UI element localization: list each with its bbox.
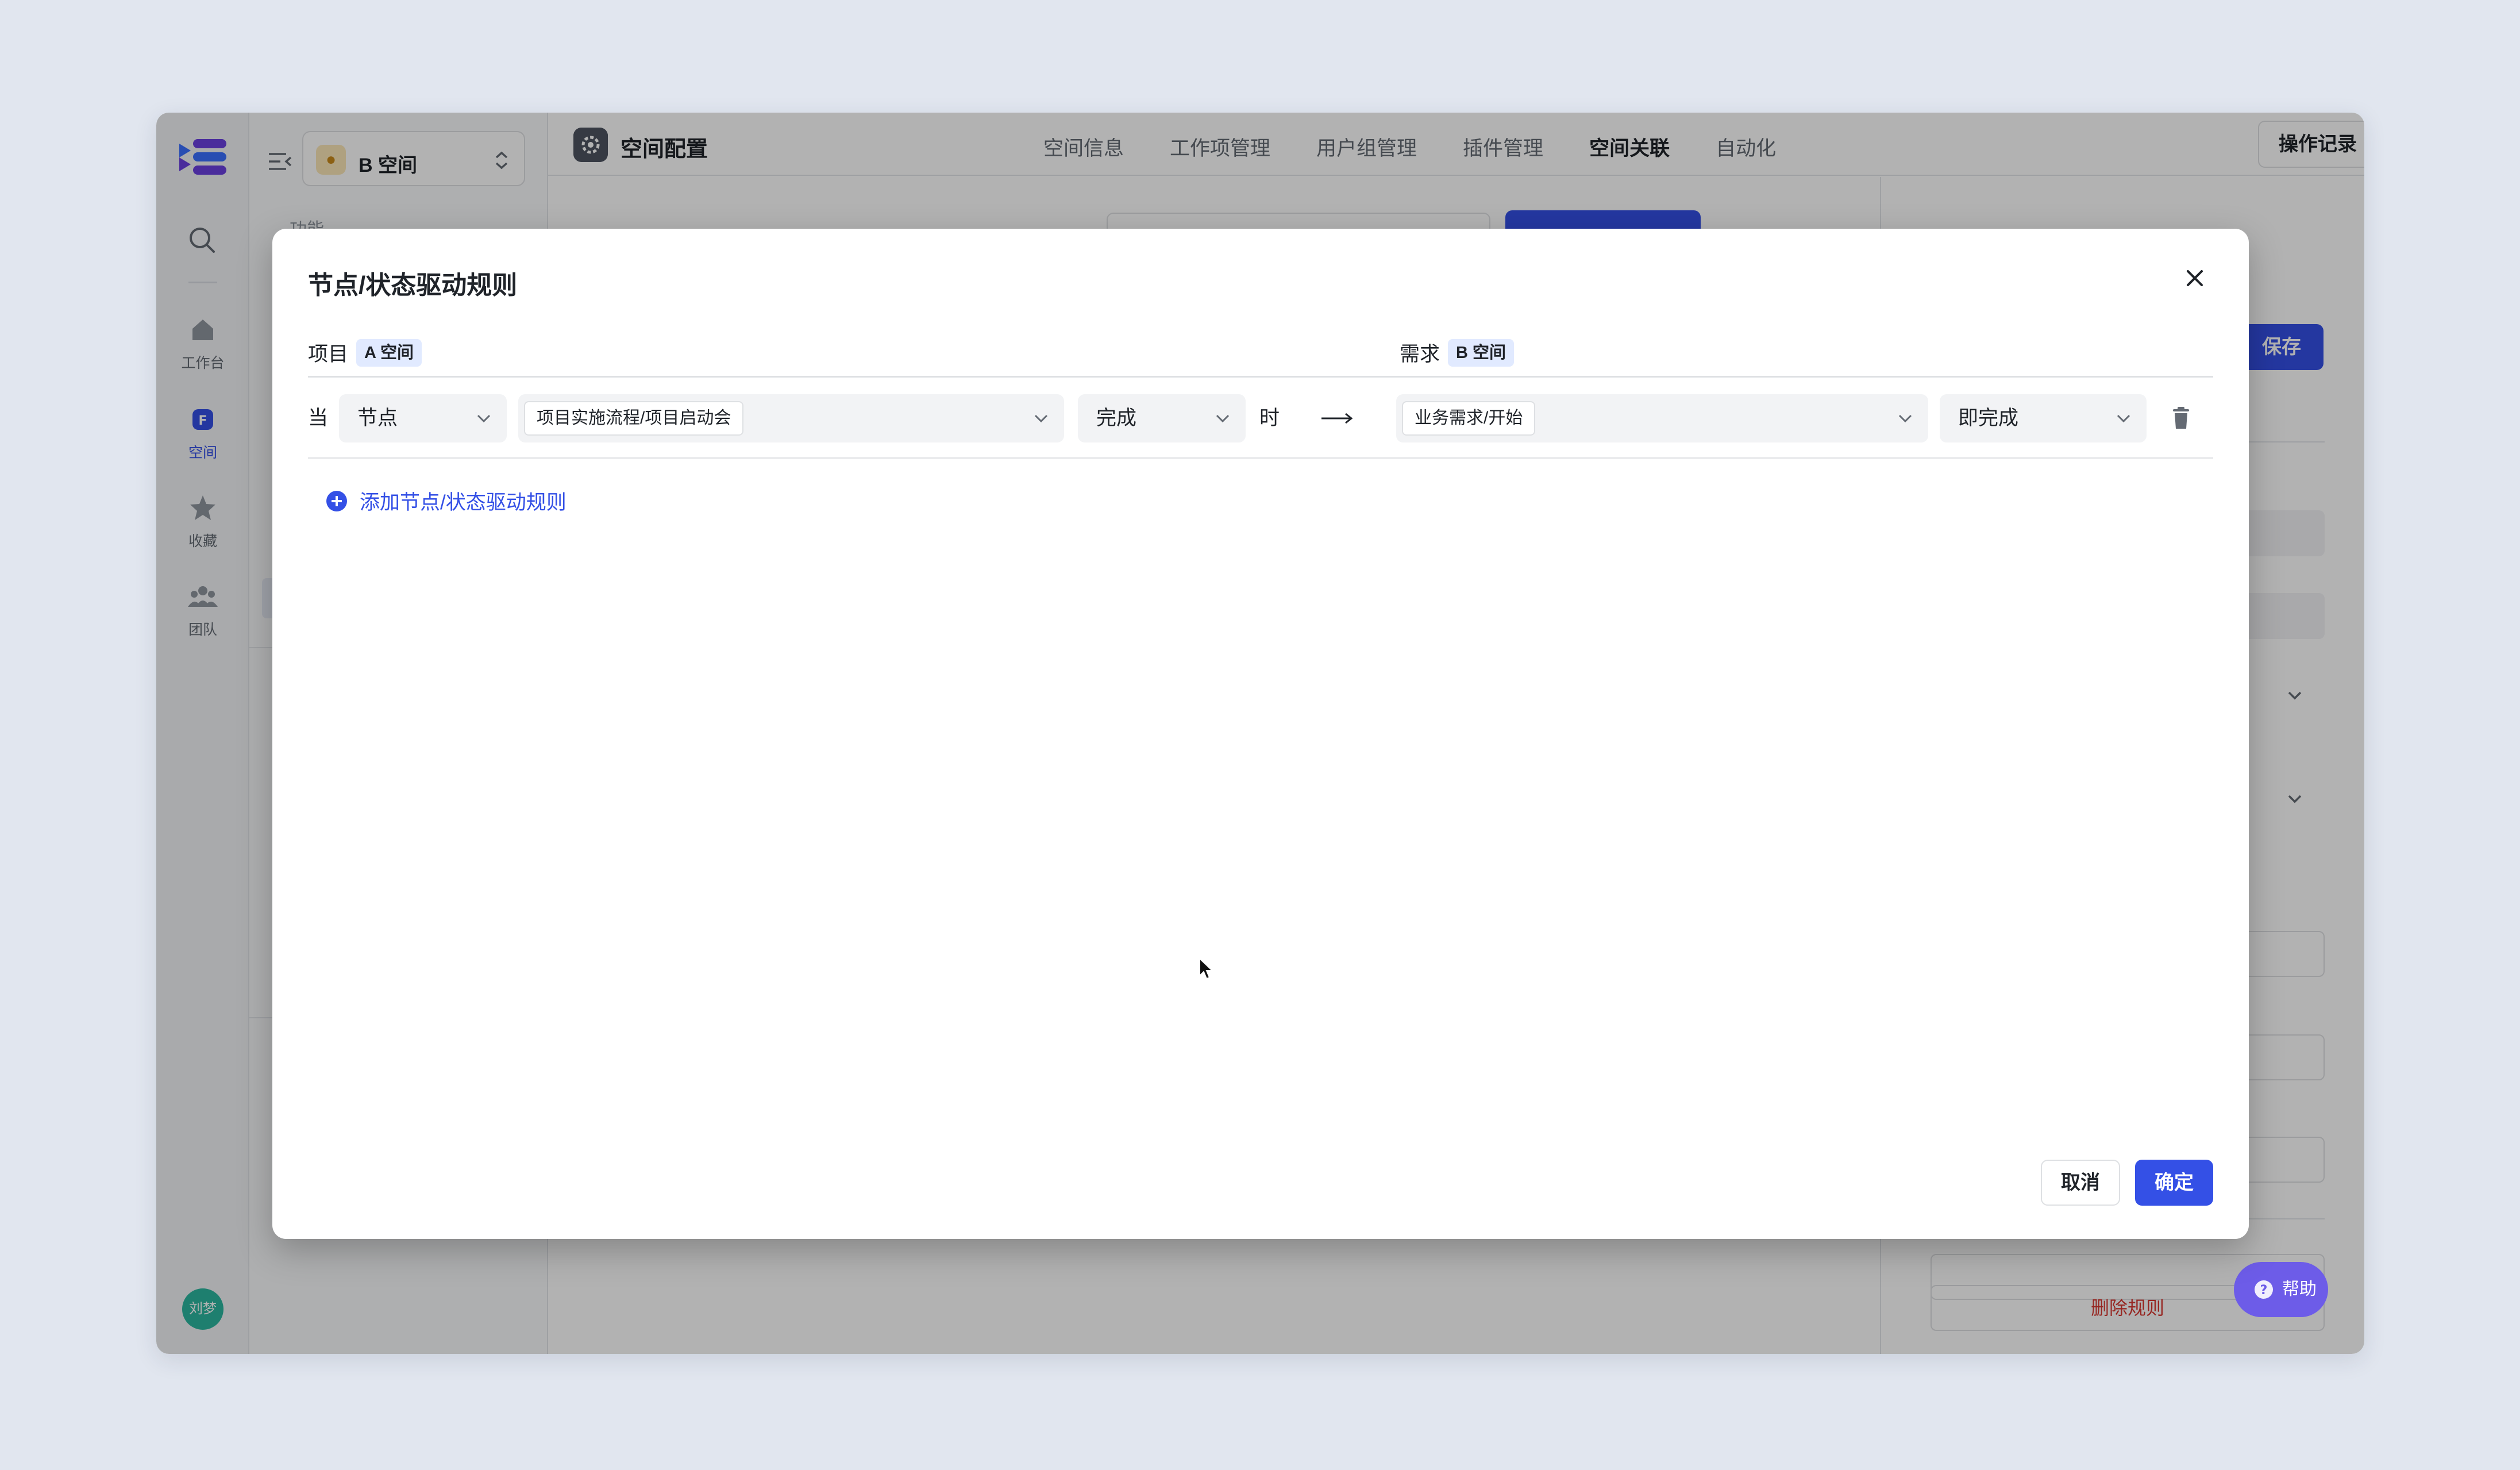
rule-divider [308, 457, 2213, 459]
source-state-value: 完成 [1096, 407, 1137, 429]
add-rule-button[interactable]: 添加节点/状态驱动规则 [325, 486, 567, 515]
close-icon[interactable] [2183, 267, 2206, 290]
target-node-select[interactable]: 业务需求/开始 [1396, 394, 1928, 442]
trash-icon[interactable] [2170, 406, 2193, 431]
target-type-label: 需求 [1400, 343, 1440, 365]
help-button[interactable]: ? 帮助 [2234, 1262, 2328, 1317]
source-type-label: 项目 [308, 343, 349, 365]
chevron-down-icon [477, 414, 491, 423]
source-space-tag: A 空间 [356, 338, 422, 367]
rule-modal: 节点/状态驱动规则 项目 A 空间 需求 B 空间 当 节点 项目实施流程/项目… [272, 229, 2249, 1239]
target-node-chip[interactable]: 业务需求/开始 [1402, 401, 1536, 436]
source-node-chip[interactable]: 项目实施流程/项目启动会 [524, 401, 744, 436]
chevron-down-icon [1034, 414, 1048, 423]
mouse-cursor-icon [1199, 957, 1213, 980]
when-label: 当 [308, 407, 329, 429]
source-state-select[interactable]: 完成 [1078, 394, 1246, 442]
target-action-value: 即完成 [1958, 407, 2019, 429]
svg-text:?: ? [2260, 1283, 2268, 1298]
arrow-right-icon [1321, 413, 1353, 424]
source-node-select[interactable]: 项目实施流程/项目启动会 [518, 394, 1064, 442]
trigger-type-select[interactable]: 节点 [339, 394, 507, 442]
source-column-header: 项目 A 空间 [308, 338, 422, 367]
target-action-select[interactable]: 即完成 [1940, 394, 2147, 442]
chevron-down-icon [2117, 414, 2130, 423]
confirm-button[interactable]: 确定 [2135, 1160, 2213, 1206]
modal-title: 节点/状态驱动规则 [308, 271, 518, 299]
plus-circle-icon [326, 490, 347, 511]
question-icon: ? [2255, 1280, 2273, 1299]
help-label: 帮助 [2282, 1280, 2317, 1299]
trigger-type-value: 节点 [357, 407, 398, 429]
add-rule-label: 添加节点/状态驱动规则 [360, 491, 567, 514]
time-label: 时 [1259, 407, 1280, 429]
header-divider [308, 376, 2213, 378]
cancel-button[interactable]: 取消 [2041, 1160, 2120, 1206]
target-space-tag: B 空间 [1448, 338, 1515, 367]
target-column-header: 需求 B 空间 [1400, 338, 1515, 367]
rule-row: 当 节点 项目实施流程/项目启动会 完成 时 业务需求/开始 即完成 [272, 394, 2249, 442]
chevron-down-icon [1216, 414, 1230, 423]
chevron-down-icon [1898, 414, 1912, 423]
